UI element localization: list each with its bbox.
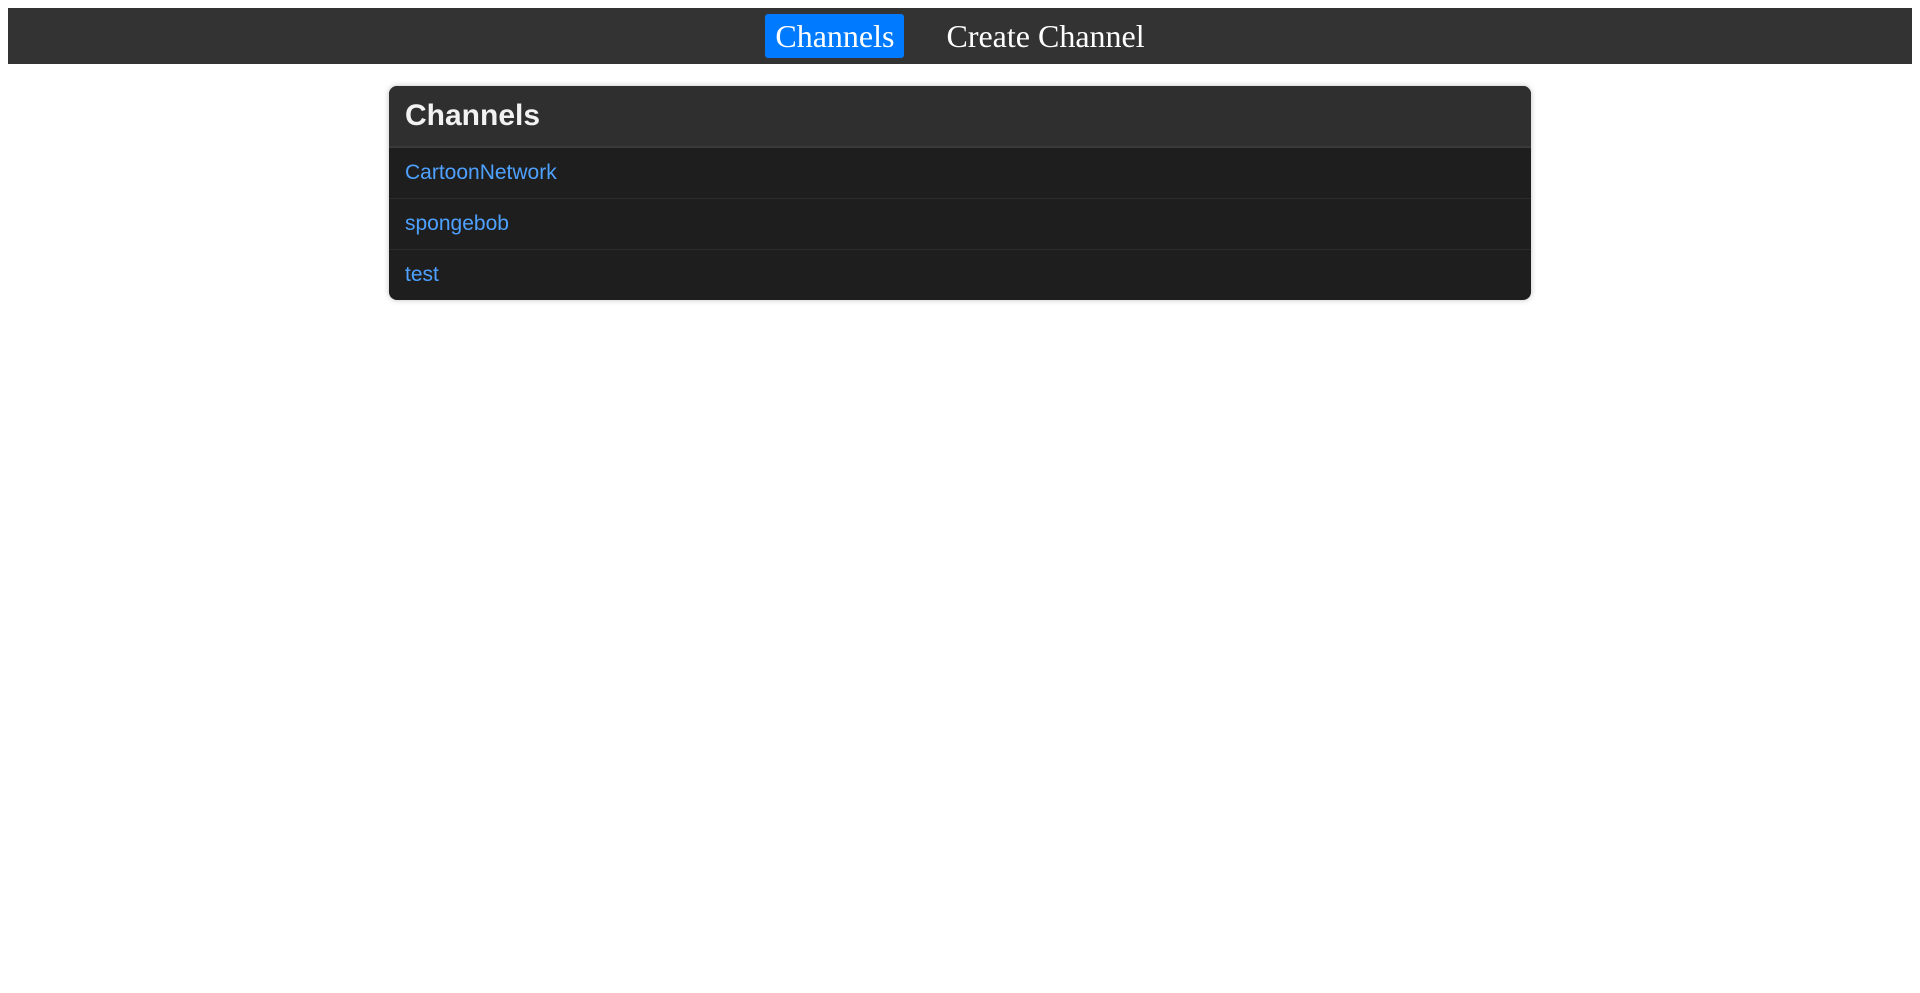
list-item: spongebob [389, 199, 1531, 250]
top-nav: Channels Create Channel [8, 8, 1912, 64]
channels-card-header: Channels [389, 86, 1531, 148]
channel-list: CartoonNetwork spongebob test [389, 148, 1531, 300]
channels-heading: Channels [405, 99, 541, 132]
channel-link-cartoonnetwork[interactable]: CartoonNetwork [405, 161, 557, 185]
nav-channels-link[interactable]: Channels [765, 14, 905, 58]
channel-link-spongebob[interactable]: spongebob [405, 212, 509, 236]
channels-card: Channels CartoonNetwork spongebob test [389, 86, 1531, 300]
list-item: CartoonNetwork [389, 148, 1531, 199]
channel-link-test[interactable]: test [405, 263, 439, 287]
nav-create-channel-link[interactable]: Create Channel [936, 14, 1154, 58]
list-item: test [389, 250, 1531, 300]
